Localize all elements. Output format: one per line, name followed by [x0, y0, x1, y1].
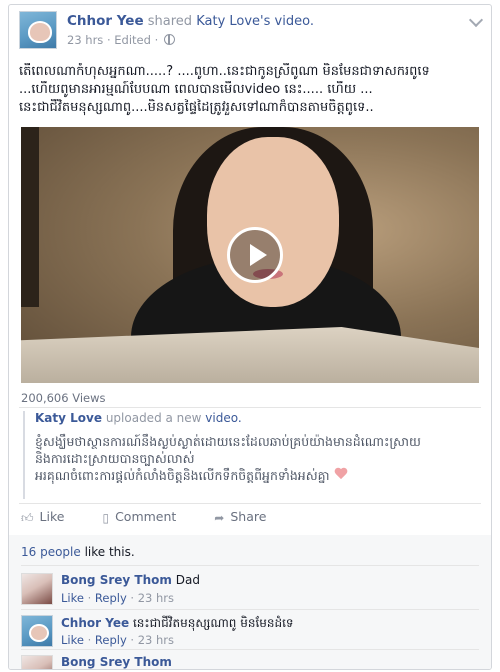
video-doorway — [21, 127, 39, 307]
comment-meta: Like · Reply · 23 hrs — [61, 591, 175, 605]
heart-icon — [334, 468, 348, 482]
comment-item: Chhor Yee នេះជាជីវិតមនុស្សណាពូ មិនមែនដំទ… — [21, 613, 479, 653]
shared-owner-link[interactable]: Katy Love's — [196, 14, 270, 29]
comment-icon: ▯ — [102, 511, 110, 525]
comment-time[interactable]: 23 hrs — [138, 633, 174, 647]
comment-reply-link[interactable]: Reply — [95, 633, 127, 647]
like-sentence: 16 people like this. — [21, 545, 135, 559]
divider — [19, 407, 481, 408]
view-count: 200,606 Views — [21, 391, 106, 405]
comment-body: Chhor Yee នេះជាជីវិតមនុស្សណាពូ មិនមែនដំទ… — [61, 615, 294, 633]
divider — [21, 609, 479, 610]
thumbs-up-icon: 👍︎ — [21, 511, 34, 525]
post-text-line: ...ហើយពូមានអារម្មណ៍បែបណា ពេលបានមើលvideo … — [19, 82, 373, 97]
shared-attachment: Katy Love uploaded a new video. ខ្ញុំសង្… — [23, 411, 485, 499]
play-icon — [250, 244, 267, 266]
chevron-down-icon[interactable] — [468, 12, 484, 28]
comment-text: Dad — [175, 573, 200, 587]
post-text-line: តើពេលណាកំហុសអ្នកណា.....? ....ពូហា..នេះជា… — [19, 64, 430, 79]
uploaded-video-link[interactable]: video. — [205, 411, 241, 425]
commenter-avatar[interactable] — [21, 655, 53, 669]
share-label: Share — [230, 509, 267, 524]
divider — [19, 503, 481, 504]
share-button[interactable]: ➦ Share — [214, 509, 266, 525]
comment-label: Comment — [115, 509, 177, 524]
action-bar: 👍︎ Like ▯ Comment ➦ Share — [21, 509, 300, 526]
post-message: តើពេលណាកំហុសអ្នកណា.....? ....ពូហា..នេះជា… — [19, 63, 483, 117]
comment-text: នេះជាជីវិតមនុស្សណាពូ មិនមែនដំទេ — [132, 616, 294, 630]
likes-suffix: like this. — [84, 545, 135, 559]
feedback-section: 16 people like this. Bong Srey Thom Dad … — [9, 535, 491, 669]
story-title: Chhor Yee shared Katy Love's video. — [67, 13, 314, 29]
avatar-photo — [28, 21, 52, 43]
shared-text: shared — [147, 14, 193, 29]
author-name-link[interactable]: Chhor Yee — [67, 13, 144, 29]
divider — [21, 649, 479, 650]
meta-separator: · — [106, 33, 111, 47]
comment-meta: Like · Reply · 23 hrs — [61, 633, 175, 647]
timestamp-link[interactable]: 23 hrs — [67, 33, 103, 47]
shared-desc-line: និងការដោះស្រាយបានច្បាស់លាស់ — [35, 451, 195, 466]
shared-description: ខ្ញុំសង្ឃឹមថាស្ថានការណ៍នឹងស្ងប់ស្ងាត់ដោយ… — [35, 433, 485, 484]
commenter-name-link[interactable]: Chhor Yee — [61, 616, 129, 630]
comment-button[interactable]: ▯ Comment — [102, 509, 176, 525]
comment-item: Bong Srey Thom Dad Like · Reply · 23 hrs — [21, 571, 479, 611]
video-person-face — [207, 137, 339, 307]
like-label: Like — [39, 509, 65, 524]
shared-desc-line-with-heart: អរគុណចំពោះការផ្តល់កំលាំងចិត្តនិងលើកទឹកចិ… — [35, 467, 485, 484]
video-player[interactable] — [21, 127, 479, 383]
shared-object-link[interactable]: video. — [275, 14, 314, 29]
commenter-name-link[interactable]: Bong Srey Thom — [61, 573, 172, 587]
uploaded-text: uploaded a new — [105, 411, 202, 425]
uploader-line: Katy Love uploaded a new video. — [35, 411, 485, 425]
edited-link[interactable]: Edited — [114, 33, 151, 47]
news-feed-story: Chhor Yee shared Katy Love's video. 23 h… — [8, 4, 492, 670]
comment-like-link[interactable]: Like — [61, 633, 84, 647]
comment-body: Bong Srey Thom Dad — [61, 573, 200, 587]
likes-count-link[interactable]: 16 people — [21, 545, 81, 559]
author-avatar[interactable] — [19, 11, 57, 49]
meta-separator-2: · — [154, 33, 159, 47]
comment-reply-link[interactable]: Reply — [95, 591, 127, 605]
divider — [21, 565, 479, 566]
play-button[interactable] — [227, 227, 283, 283]
commenter-name-link[interactable]: Bong Srey Thom — [61, 655, 172, 669]
post-text-line: នេះជាជីវិតមនុស្សណាពូ....មិនសត្វផ្ទៃដៃត្រ… — [19, 100, 374, 115]
comment-body: Bong Srey Thom — [61, 655, 172, 669]
comment-item: Bong Srey Thom — [21, 653, 479, 669]
globe-icon[interactable] — [163, 34, 175, 45]
comment-time[interactable]: 23 hrs — [138, 591, 174, 605]
story-meta: 23 hrs · Edited · — [67, 33, 175, 47]
share-arrow-icon: ➦ — [214, 511, 225, 525]
uploader-name-link[interactable]: Katy Love — [35, 411, 102, 425]
commenter-avatar[interactable] — [21, 615, 53, 647]
shared-desc-line: អរគុណចំពោះការផ្តល់កំលាំងចិត្តនិងលើកទឹកចិ… — [35, 468, 330, 483]
comment-like-link[interactable]: Like — [61, 591, 84, 605]
story-header: Chhor Yee shared Katy Love's video. 23 h… — [19, 11, 484, 55]
commenter-avatar[interactable] — [21, 573, 53, 605]
shared-desc-line: ខ្ញុំសង្ឃឹមថាស្ថានការណ៍នឹងស្ងប់ស្ងាត់ដោយ… — [35, 434, 421, 449]
like-button[interactable]: 👍︎ Like — [21, 509, 64, 526]
